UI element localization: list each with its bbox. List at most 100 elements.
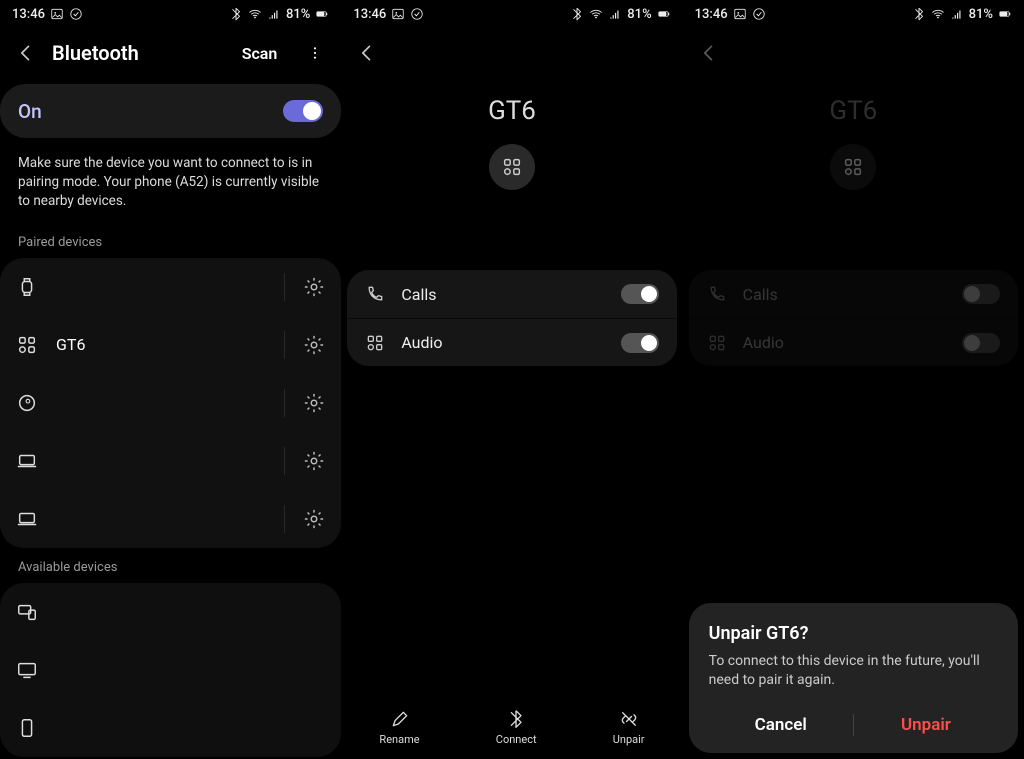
status-bar: 13:46 81% [683, 0, 1024, 28]
signal-icon [950, 7, 964, 21]
dialog-actions: Cancel Unpair [709, 701, 998, 749]
status-bar: 13:46 81% [341, 0, 682, 28]
separator [284, 273, 285, 301]
calls-option-row[interactable]: Calls [689, 270, 1018, 318]
separator [284, 505, 285, 533]
calls-label: Calls [401, 285, 604, 304]
calls-switch[interactable] [621, 284, 659, 304]
bluetooth-master-toggle-row[interactable]: On [0, 84, 341, 138]
grid-icon [707, 333, 727, 353]
separator [284, 447, 285, 475]
check-icon [752, 7, 766, 21]
calls-switch[interactable] [962, 284, 1000, 304]
calls-option-row[interactable]: Calls [347, 270, 676, 318]
device-options-card: Calls Audio [689, 270, 1018, 366]
header [341, 28, 682, 78]
device-label: GT6 [56, 335, 266, 354]
paired-devices-list: GT6 [0, 258, 341, 548]
unpair-label: Unpair [613, 733, 645, 746]
pairing-info-text: Make sure the device you want to connect… [0, 144, 341, 225]
back-button[interactable] [697, 41, 721, 65]
screen-device-detail: 13:46 81% GT6 Calls Audio [341, 0, 682, 759]
call-icon [365, 284, 385, 304]
bluetooth-status-icon [570, 7, 584, 21]
bottom-action-bar: Rename Connect Unpair [341, 699, 682, 759]
paired-device-row[interactable] [0, 432, 341, 490]
dialog-message: To connect to this device in the future,… [709, 652, 998, 691]
device-settings-button[interactable] [303, 276, 325, 298]
grid-icon [365, 333, 385, 353]
device-settings-button[interactable] [303, 508, 325, 530]
bluetooth-status-icon [229, 7, 243, 21]
bluetooth-on-label: On [18, 100, 42, 123]
status-battery-pct: 81% [627, 7, 651, 22]
device-settings-button[interactable] [303, 450, 325, 472]
separator [284, 389, 285, 417]
audio-switch[interactable] [962, 333, 1000, 353]
check-icon [69, 7, 83, 21]
available-device-row[interactable] [0, 699, 341, 757]
status-time: 13:46 [695, 7, 728, 22]
audio-option-row[interactable]: Audio [689, 318, 1018, 366]
laptop-icon [16, 508, 38, 530]
bluetooth-status-icon [912, 7, 926, 21]
device-settings-button[interactable] [303, 392, 325, 414]
device-name: GT6 [488, 96, 536, 126]
wifi-icon [931, 7, 945, 21]
paired-device-row[interactable] [0, 490, 341, 548]
audio-label: Audio [743, 333, 946, 352]
dialog-cancel-button[interactable]: Cancel [709, 715, 853, 735]
available-devices-list [0, 583, 341, 757]
more-menu-button[interactable] [303, 41, 327, 65]
dialog-confirm-button[interactable]: Unpair [854, 715, 998, 735]
image-icon [50, 7, 64, 21]
grid-icon [16, 334, 38, 356]
paired-device-row[interactable]: GT6 [0, 316, 341, 374]
device-options-card: Calls Audio [347, 270, 676, 366]
unpair-button[interactable]: Unpair [613, 709, 645, 746]
battery-icon [657, 7, 671, 21]
status-battery-pct: 81% [969, 7, 993, 22]
status-bar: 13:46 81% [0, 0, 341, 28]
status-battery-pct: 81% [286, 7, 310, 22]
paired-device-row[interactable] [0, 374, 341, 432]
available-device-row[interactable] [0, 641, 341, 699]
rename-button[interactable]: Rename [379, 709, 419, 746]
device-type-icon [489, 144, 535, 190]
call-icon [707, 284, 727, 304]
available-devices-label: Available devices [0, 550, 341, 581]
phone-icon [16, 717, 38, 739]
signal-icon [267, 7, 281, 21]
device-name: GT6 [829, 96, 877, 126]
signal-icon [608, 7, 622, 21]
back-button[interactable] [355, 41, 379, 65]
device-hero: GT6 [341, 78, 682, 270]
rename-label: Rename [379, 733, 419, 746]
device-settings-button[interactable] [303, 334, 325, 356]
bluetooth-master-switch[interactable] [283, 100, 323, 122]
scan-button[interactable]: Scan [242, 44, 278, 63]
tv-icon [16, 659, 38, 681]
battery-icon [998, 7, 1012, 21]
screen-device-detail-dialog: 13:46 81% GT6 Calls Audio [683, 0, 1024, 759]
image-icon [733, 7, 747, 21]
audio-switch[interactable] [621, 333, 659, 353]
back-button[interactable] [14, 41, 38, 65]
laptop-icon [16, 450, 38, 472]
audio-option-row[interactable]: Audio [347, 318, 676, 366]
battery-icon [315, 7, 329, 21]
unlink-icon [619, 709, 639, 729]
watch-icon [16, 276, 38, 298]
available-device-row[interactable] [0, 583, 341, 641]
header: Bluetooth Scan [0, 28, 341, 78]
check-icon [410, 7, 424, 21]
device-hero: GT6 [683, 78, 1024, 270]
earbuds-icon [16, 392, 38, 414]
paired-device-row[interactable] [0, 258, 341, 316]
separator [284, 331, 285, 359]
status-time: 13:46 [353, 7, 386, 22]
connect-button[interactable]: Connect [496, 709, 537, 746]
image-icon [391, 7, 405, 21]
bluetooth-icon [506, 709, 526, 729]
connect-label: Connect [496, 733, 537, 746]
